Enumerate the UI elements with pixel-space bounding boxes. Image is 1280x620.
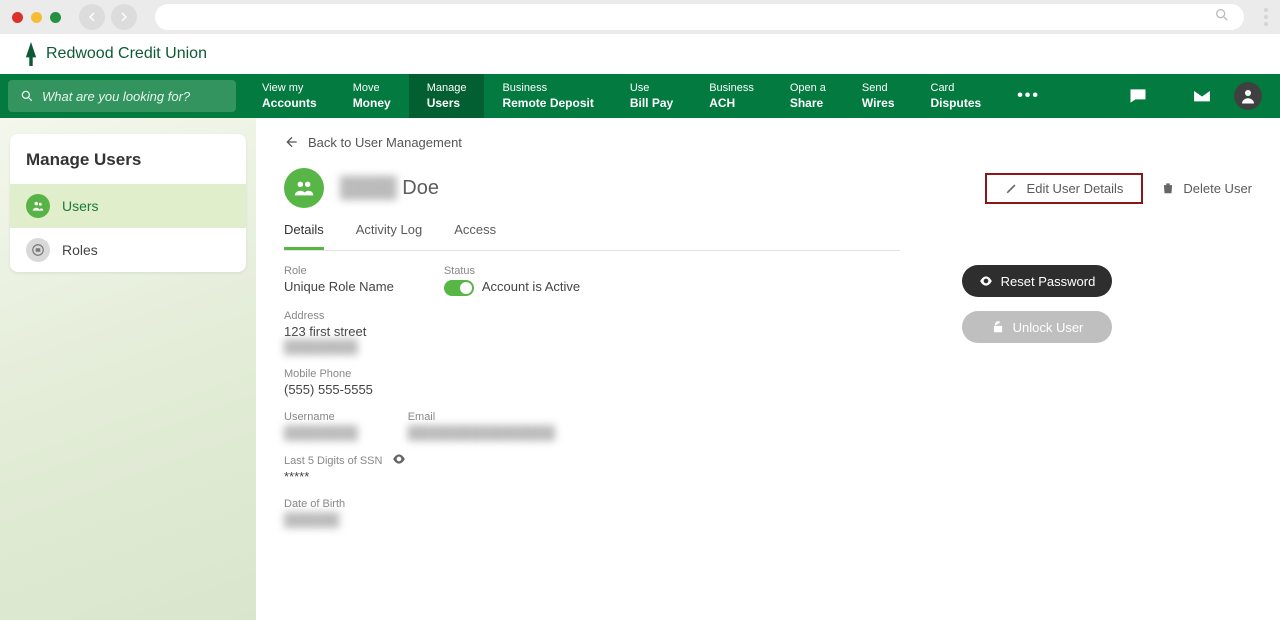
- role-value: Unique Role Name: [284, 279, 394, 294]
- tab-access[interactable]: Access: [454, 222, 496, 250]
- browser-chrome: [0, 0, 1280, 34]
- primary-nav: What are you looking for? View myAccount…: [0, 74, 1280, 118]
- brand-logo[interactable]: Redwood Credit Union: [22, 42, 207, 66]
- roles-icon: [26, 238, 50, 262]
- address-line2: ████████: [284, 339, 684, 354]
- user-name: ████ Doe: [340, 177, 439, 200]
- search-icon: [1214, 7, 1230, 28]
- nav-move-money[interactable]: MoveMoney: [335, 74, 409, 118]
- sidebar-item-users[interactable]: Users: [10, 184, 246, 228]
- main-content: Back to User Management ████ Doe Edit Us…: [256, 118, 1280, 620]
- unlock-icon: [991, 320, 1005, 334]
- window-controls: [12, 12, 61, 23]
- nav-bill-pay[interactable]: UseBill Pay: [612, 74, 691, 118]
- status-toggle[interactable]: [444, 280, 474, 296]
- site-search-input[interactable]: What are you looking for?: [8, 80, 236, 112]
- username-label: Username: [284, 411, 358, 423]
- user-tabs: Details Activity Log Access: [284, 222, 900, 251]
- brand-bar: Redwood Credit Union: [0, 34, 1280, 74]
- nav-more-icon[interactable]: •••: [999, 74, 1058, 118]
- sidebar: Manage Users Users Roles: [0, 118, 256, 620]
- sidebar-item-roles[interactable]: Roles: [10, 228, 246, 272]
- mobile-label: Mobile Phone: [284, 368, 684, 380]
- arrow-left-icon: [284, 134, 300, 150]
- minimize-window-icon[interactable]: [31, 12, 42, 23]
- tab-details[interactable]: Details: [284, 222, 324, 250]
- username-value: ████████: [284, 425, 358, 440]
- sidebar-title: Manage Users: [10, 134, 246, 184]
- address-label: Address: [284, 310, 684, 322]
- trash-icon: [1161, 181, 1175, 195]
- brand-name: Redwood Credit Union: [46, 45, 207, 63]
- pencil-icon: [1005, 181, 1019, 195]
- sidebar-item-label: Roles: [62, 242, 98, 258]
- close-window-icon[interactable]: [12, 12, 23, 23]
- ssn-value: *****: [284, 469, 684, 484]
- tab-activity-log[interactable]: Activity Log: [356, 222, 422, 250]
- address-bar[interactable]: [155, 4, 1244, 30]
- sidebar-item-label: Users: [62, 198, 99, 214]
- browser-menu-icon[interactable]: [1264, 8, 1268, 26]
- chat-icon[interactable]: [1106, 74, 1170, 118]
- mobile-value: (555) 555-5555: [284, 382, 684, 397]
- dob-value: ██████: [284, 512, 684, 527]
- nav-accounts[interactable]: View myAccounts: [244, 74, 335, 118]
- back-nav-icon[interactable]: [79, 4, 105, 30]
- unlock-user-button[interactable]: Unlock User: [962, 311, 1112, 343]
- email-label: Email: [408, 411, 555, 423]
- user-avatar-icon: [284, 168, 324, 208]
- address-line1: 123 first street: [284, 324, 684, 339]
- mail-icon[interactable]: [1170, 74, 1234, 118]
- nav-card-disputes[interactable]: CardDisputes: [913, 74, 1000, 118]
- eye-icon[interactable]: [392, 454, 406, 467]
- nav-manage-users[interactable]: ManageUsers: [409, 74, 485, 118]
- users-icon: [26, 194, 50, 218]
- nav-ach[interactable]: BusinessACH: [691, 74, 772, 118]
- search-icon: [20, 89, 34, 103]
- nav-open-share[interactable]: Open aShare: [772, 74, 844, 118]
- status-label: Status: [444, 265, 580, 277]
- reset-password-button[interactable]: Reset Password: [962, 265, 1112, 297]
- maximize-window-icon[interactable]: [50, 12, 61, 23]
- forward-nav-icon[interactable]: [111, 4, 137, 30]
- status-value: Account is Active: [444, 279, 580, 296]
- email-value: ████████████████: [408, 425, 555, 440]
- nav-remote-deposit[interactable]: BusinessRemote Deposit: [484, 74, 611, 118]
- site-search-placeholder: What are you looking for?: [42, 89, 190, 104]
- delete-user-button[interactable]: Delete User: [1161, 181, 1252, 196]
- profile-avatar-icon[interactable]: [1234, 82, 1262, 110]
- role-label: Role: [284, 265, 394, 277]
- nav-wires[interactable]: SendWires: [844, 74, 913, 118]
- back-link[interactable]: Back to User Management: [284, 134, 1252, 150]
- ssn-label: Last 5 Digits of SSN: [284, 454, 684, 467]
- dob-label: Date of Birth: [284, 498, 684, 510]
- edit-user-button[interactable]: Edit User Details: [985, 173, 1144, 204]
- eye-icon: [979, 274, 993, 288]
